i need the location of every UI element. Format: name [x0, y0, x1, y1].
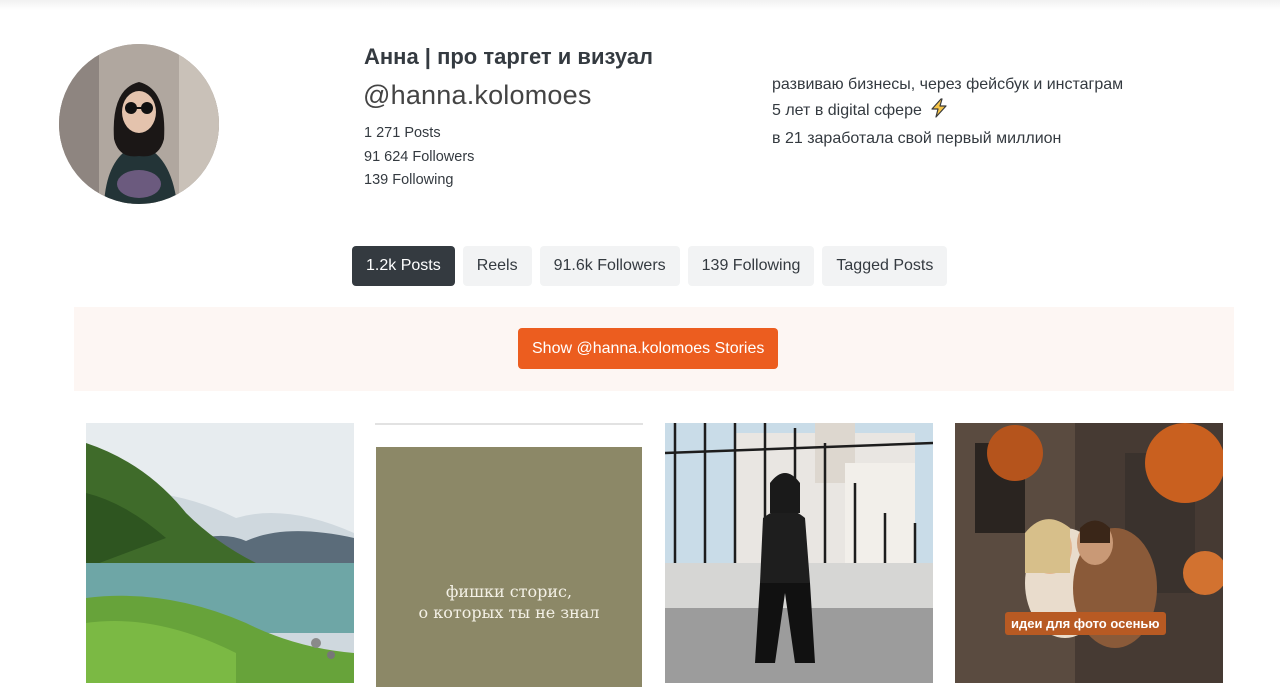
post-tile-2-line-1: фишки сторис,	[445, 582, 573, 601]
post-tile-2-line-2: о которых ты не знал	[418, 603, 600, 622]
profile-stats: 1 271 Posts 91 624 Followers 139 Followi…	[364, 122, 474, 193]
profile-tabs: 1.2k Posts Reels 91.6k Followers 139 Fol…	[352, 246, 948, 286]
lightning-bolt-icon	[929, 97, 949, 127]
bio-line-3: в 21 заработала свой первый миллион	[772, 130, 1062, 147]
avatar-photo	[59, 44, 219, 204]
show-stories-button[interactable]: Show @hanna.kolomoes Stories	[518, 328, 779, 369]
top-shadow	[0, 0, 1280, 10]
post-tile-2[interactable]: фишки сторис, о которых ты не знал	[376, 447, 642, 687]
post-tile-2-text: фишки сторис, о которых ты не знал	[376, 581, 642, 623]
profile-bio: развиваю бизнесы, через фейсбук и инстаг…	[772, 72, 1123, 152]
bio-line-2: 5 лет в digital сфере	[772, 97, 1123, 127]
tab-following[interactable]: 139 Following	[687, 246, 815, 286]
tab-followers[interactable]: 91.6k Followers	[539, 246, 680, 286]
following-count: 139 Following	[364, 172, 454, 188]
posts-count: 1 271 Posts	[364, 125, 441, 141]
post-image-couple	[955, 423, 1223, 683]
post-tile-3[interactable]	[665, 423, 933, 683]
post-tile-1[interactable]	[86, 423, 354, 683]
tab-posts[interactable]: 1.2k Posts	[352, 246, 455, 286]
post-tile-4-caption: идеи для фото осенью	[1005, 612, 1166, 635]
post-tile-2-divider	[375, 423, 643, 425]
post-image-person	[665, 423, 933, 683]
post-tile-4[interactable]: идеи для фото осенью	[955, 423, 1223, 683]
bio-line-2-text: 5 лет в digital сфере	[772, 101, 922, 119]
followers-count: 91 624 Followers	[364, 148, 475, 165]
post-image-landscape	[86, 423, 354, 683]
profile-name: Анна | про таргет и визуал	[364, 44, 654, 69]
bio-line-1: развиваю бизнесы, через фейсбук и инстаг…	[772, 76, 1124, 93]
tab-tagged-posts[interactable]: Tagged Posts	[822, 246, 948, 286]
profile-handle: @hanna.kolomoes	[363, 80, 592, 110]
avatar[interactable]	[59, 44, 219, 204]
stories-section: Show @hanna.kolomoes Stories	[74, 307, 1234, 391]
tab-reels[interactable]: Reels	[462, 246, 532, 286]
